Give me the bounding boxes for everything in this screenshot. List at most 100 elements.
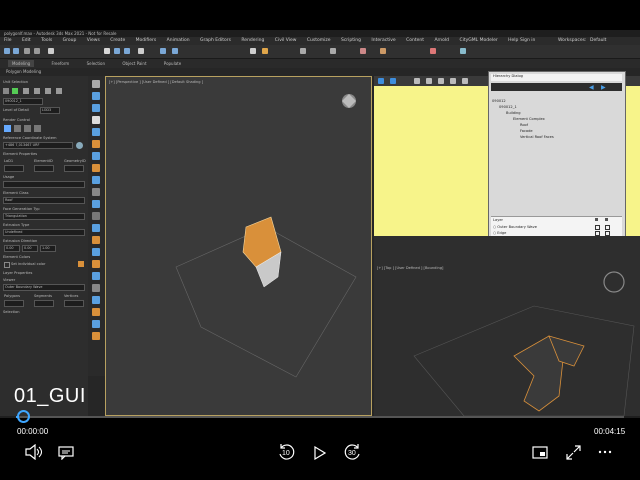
- rewind-button[interactable]: 10: [276, 442, 296, 462]
- captions-button[interactable]: [58, 446, 74, 460]
- link-icon[interactable]: [24, 48, 30, 54]
- render-mode-icon[interactable]: [4, 125, 11, 132]
- scrub-handle[interactable]: [17, 410, 31, 423]
- arrow-left-icon[interactable]: ◀: [589, 84, 594, 91]
- edit-icon[interactable]: [23, 88, 29, 94]
- menu-item[interactable]: Content: [406, 38, 424, 43]
- element-class-select[interactable]: Roof: [3, 197, 85, 204]
- rotate-icon[interactable]: [114, 48, 120, 54]
- menu-item[interactable]: Scripting: [341, 38, 361, 43]
- extrusion-type-select[interactable]: Undefined: [3, 229, 85, 236]
- fullscreen-button[interactable]: [566, 445, 581, 460]
- tool-icon[interactable]: [92, 320, 100, 328]
- tool-icon[interactable]: [92, 128, 100, 136]
- tree-node[interactable]: Vertical Roof Faces: [520, 135, 554, 139]
- menu-item[interactable]: Arnold: [434, 38, 449, 43]
- lock-checkbox[interactable]: [605, 225, 610, 230]
- progress-bar[interactable]: [16, 416, 624, 418]
- tab-selection[interactable]: Selection: [87, 61, 105, 66]
- layer-row[interactable]: ○ Outer Boundary Wave: [493, 225, 537, 229]
- align-icon[interactable]: [172, 48, 178, 54]
- globe-icon[interactable]: [76, 142, 83, 149]
- tab-freeform[interactable]: Freeform: [51, 61, 69, 66]
- tool-icon[interactable]: [92, 164, 100, 172]
- menu-item[interactable]: Rendering: [241, 38, 264, 43]
- segments-field[interactable]: [34, 300, 54, 307]
- tool-icon[interactable]: [450, 78, 456, 84]
- tool-icon[interactable]: [92, 272, 100, 280]
- lod1-field[interactable]: [4, 165, 24, 172]
- undo-icon[interactable]: [4, 48, 10, 54]
- tree-node[interactable]: Element Complex: [513, 117, 545, 121]
- signin-button[interactable]: Sign in: [520, 37, 535, 45]
- tool-icon[interactable]: [92, 152, 100, 160]
- visible-checkbox[interactable]: [595, 225, 600, 230]
- add-icon[interactable]: [12, 88, 18, 94]
- close-icon[interactable]: [92, 116, 100, 124]
- select-icon[interactable]: [48, 48, 54, 54]
- tool-icon[interactable]: [92, 140, 100, 148]
- select-move-icon[interactable]: [104, 48, 110, 54]
- tab-populate[interactable]: Populate: [164, 61, 181, 66]
- unlink-icon[interactable]: [34, 48, 40, 54]
- mirror-icon[interactable]: [160, 48, 166, 54]
- lod-select[interactable]: LOD3: [40, 107, 60, 114]
- coord-field[interactable]: +486 7,013467 URF: [3, 142, 73, 149]
- menu-item[interactable]: Customize: [307, 38, 331, 43]
- tool-icon[interactable]: [92, 176, 100, 184]
- arnold-icon[interactable]: [430, 48, 436, 54]
- render-mode-icon[interactable]: [24, 125, 31, 132]
- move-icon[interactable]: [378, 78, 384, 84]
- tool-icon[interactable]: [92, 212, 100, 220]
- polygons-field[interactable]: [4, 300, 24, 307]
- id-field[interactable]: 090012_1: [3, 98, 43, 105]
- render-mode-icon[interactable]: [34, 125, 41, 132]
- render-setup-icon[interactable]: [360, 48, 366, 54]
- tree-node[interactable]: Roof: [520, 123, 528, 127]
- copy-icon[interactable]: [34, 88, 40, 94]
- video-frame[interactable]: polygonlf.max - Autodesk 3ds Max 2021 - …: [0, 30, 640, 418]
- forward-button[interactable]: 30: [343, 442, 363, 462]
- more-options-button[interactable]: [598, 450, 612, 454]
- menu-item[interactable]: Tools: [41, 38, 52, 43]
- grid-icon[interactable]: [390, 78, 396, 84]
- tool-icon[interactable]: [438, 78, 444, 84]
- tool-icon[interactable]: [92, 92, 100, 100]
- usage-field[interactable]: [3, 181, 85, 188]
- menu-item[interactable]: Animation: [167, 38, 190, 43]
- render-mode-icon[interactable]: [14, 125, 21, 132]
- vertices-field[interactable]: [64, 300, 84, 307]
- color-swatch[interactable]: [78, 261, 84, 267]
- tool-icon[interactable]: [92, 296, 100, 304]
- dir-z-field[interactable]: 1.00: [40, 245, 56, 252]
- tree-node[interactable]: 090012_1: [499, 105, 517, 109]
- workspace-select[interactable]: Default: [590, 37, 606, 45]
- render-frame-icon[interactable]: [380, 48, 386, 54]
- perspective-viewport[interactable]: [+] [Perspective ] [User Defined ] [Defa…: [105, 76, 372, 416]
- tab-object-paint[interactable]: Object Paint: [122, 61, 146, 66]
- miniplayer-button[interactable]: [532, 446, 548, 460]
- elementid-field[interactable]: [34, 165, 54, 172]
- layer-icon[interactable]: [300, 48, 306, 54]
- top-viewport[interactable]: [+] [Top ] [User Defined ] [Bounding]: [374, 236, 640, 416]
- geometryid-field[interactable]: [64, 165, 84, 172]
- tool-icon[interactable]: [92, 80, 100, 88]
- menu-item[interactable]: Civil View: [275, 38, 297, 43]
- tool-icon[interactable]: [414, 78, 420, 84]
- menu-item[interactable]: File: [4, 38, 12, 43]
- menu-item[interactable]: Views: [87, 38, 100, 43]
- tool-icon[interactable]: [92, 188, 100, 196]
- volume-button[interactable]: [24, 444, 42, 460]
- tree-node[interactable]: Building: [506, 111, 521, 115]
- paste-icon[interactable]: [45, 88, 51, 94]
- play-button[interactable]: [314, 446, 326, 460]
- picker-icon[interactable]: [3, 88, 9, 94]
- menu-item[interactable]: CityGML Modeler: [459, 38, 497, 43]
- material-editor-icon[interactable]: [250, 48, 256, 54]
- tool-icon[interactable]: [462, 78, 468, 84]
- citygml-icon[interactable]: [460, 48, 466, 54]
- scale-icon[interactable]: [124, 48, 130, 54]
- tab-modeling[interactable]: Modeling: [8, 60, 35, 67]
- tool-icon[interactable]: [92, 332, 100, 340]
- menu-item[interactable]: Group: [63, 38, 77, 43]
